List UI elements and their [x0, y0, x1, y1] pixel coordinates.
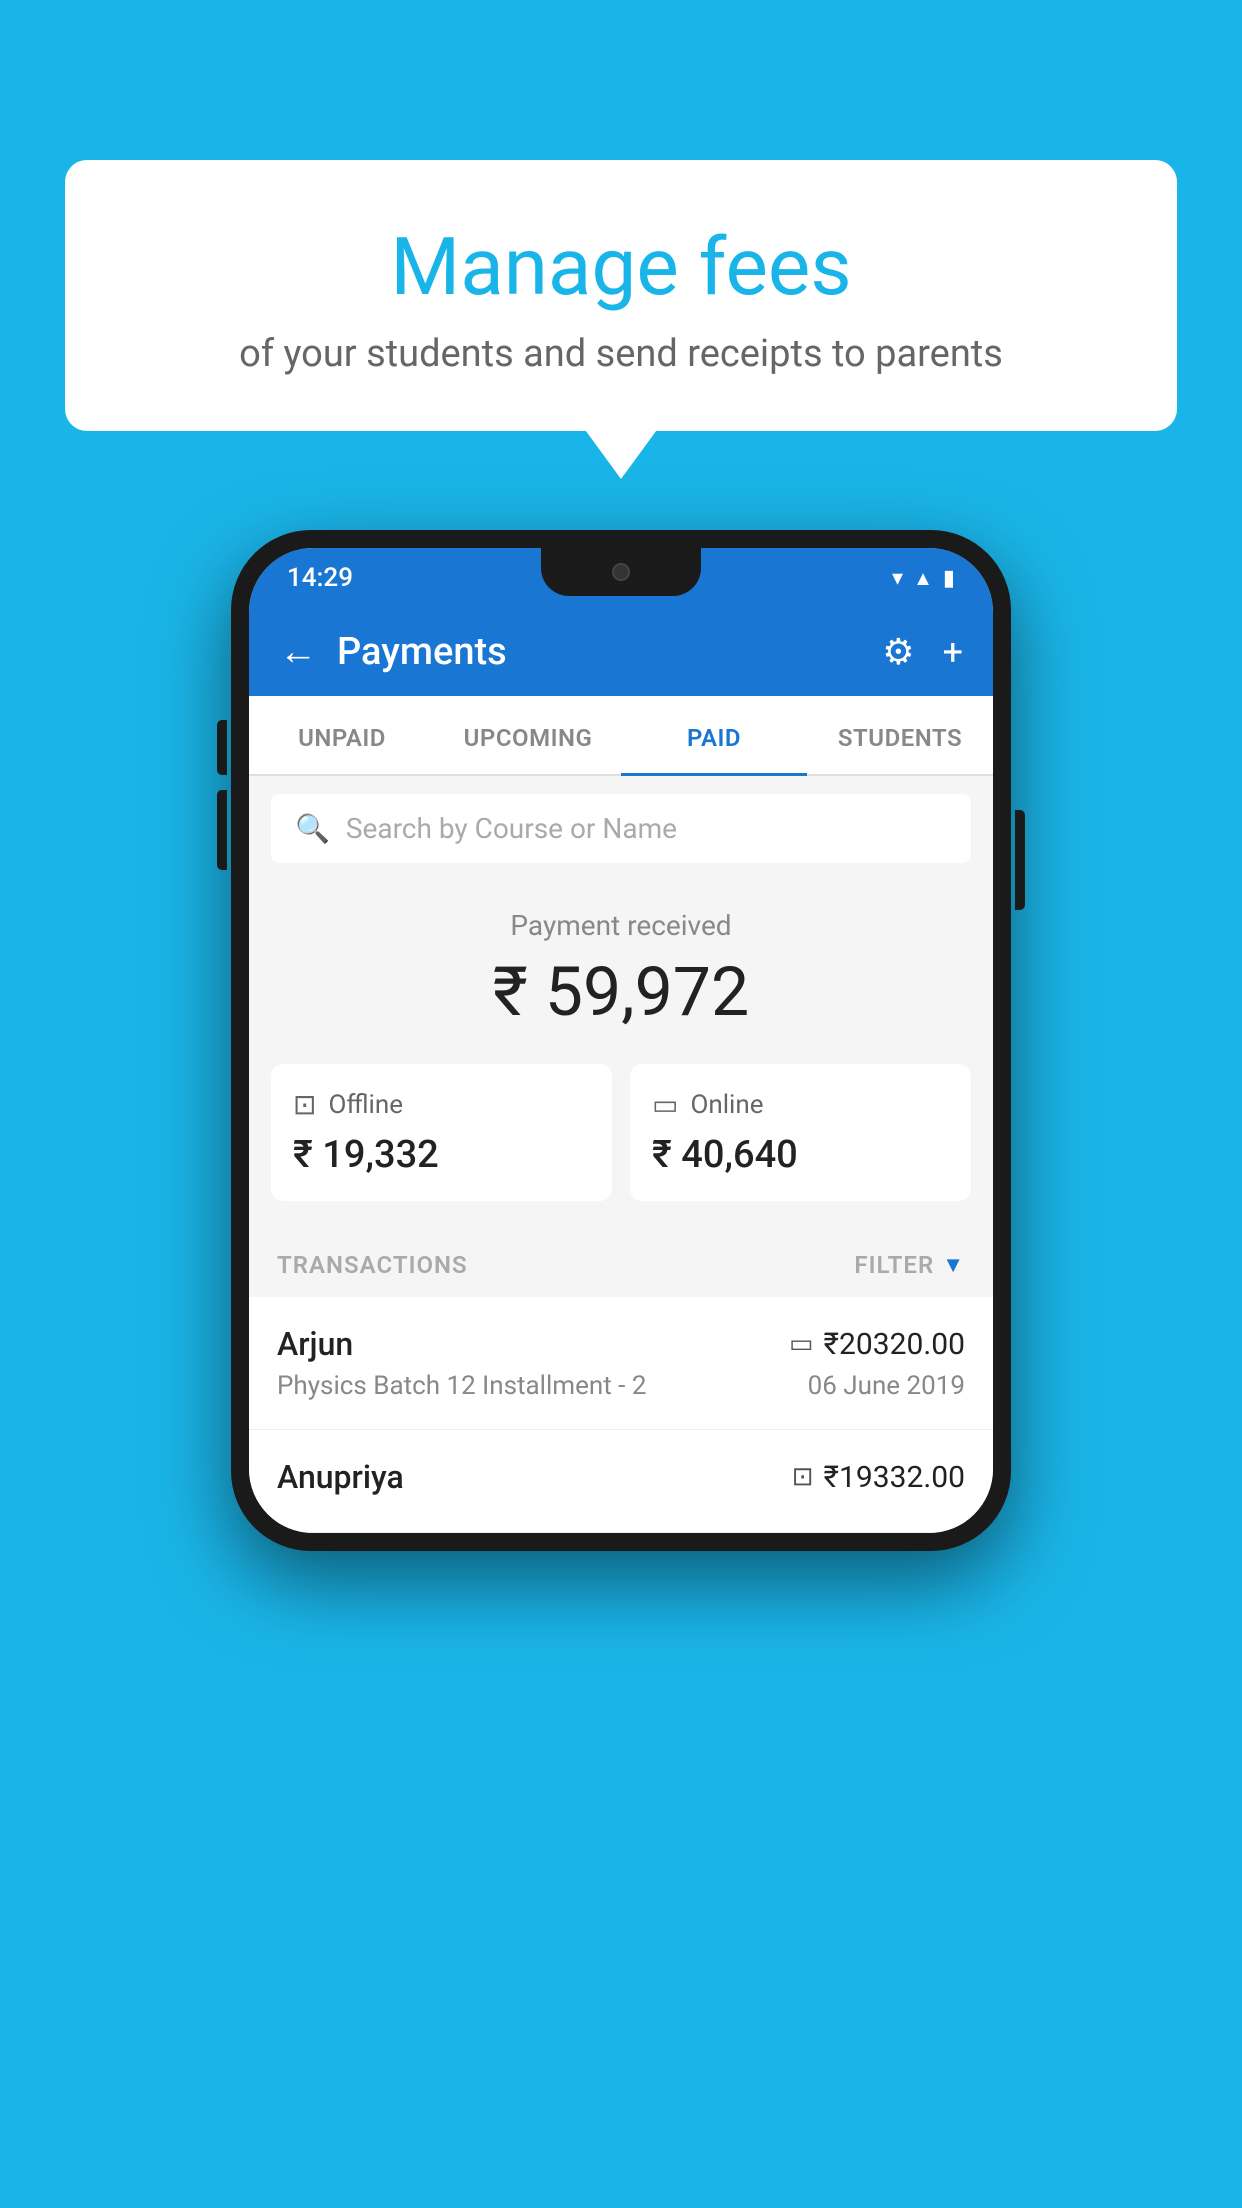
phone-screen: 14:29 ▾ ▲ ▮ ← Payments ⚙ + [249, 548, 993, 1533]
transactions-label: TRANSACTIONS [277, 1251, 468, 1279]
bubble-subtitle: of your students and send receipts to pa… [115, 332, 1127, 376]
speech-bubble: Manage fees of your students and send re… [65, 160, 1177, 431]
search-input-wrapper[interactable]: 🔍 Search by Course or Name [271, 794, 971, 863]
status-time: 14:29 [287, 563, 353, 593]
search-container: 🔍 Search by Course or Name [249, 776, 993, 881]
phone-outer: 14:29 ▾ ▲ ▮ ← Payments ⚙ + [231, 530, 1011, 1551]
tab-paid[interactable]: PAID [621, 696, 807, 774]
bubble-title: Manage fees [115, 220, 1127, 314]
transaction-date-1: 06 June 2019 [808, 1371, 965, 1401]
camera [612, 563, 630, 581]
tab-unpaid[interactable]: UNPAID [249, 696, 435, 774]
online-amount: ₹ 40,640 [652, 1133, 949, 1177]
payment-amount: ₹ 59,972 [249, 952, 993, 1032]
transaction-amount-row-2: ⊡ ₹19332.00 [792, 1460, 965, 1495]
transaction-name-1: Arjun [277, 1325, 353, 1363]
wifi-icon: ▾ [892, 566, 903, 591]
payment-summary: Payment received ₹ 59,972 [249, 881, 993, 1064]
search-placeholder: Search by Course or Name [346, 812, 677, 845]
online-payment-icon-1: ▭ [789, 1329, 814, 1359]
transaction-row-2: Anupriya ⊡ ₹19332.00 [249, 1430, 993, 1533]
signal-icon: ▲ [913, 566, 933, 591]
offline-card: ⊡ Offline ₹ 19,332 [271, 1064, 612, 1201]
transaction-name-2: Anupriya [277, 1458, 404, 1496]
online-label: Online [690, 1090, 763, 1120]
tabs-container: UNPAID UPCOMING PAID STUDENTS [249, 696, 993, 776]
filter-icon: ▼ [942, 1252, 965, 1278]
app-bar: ← Payments ⚙ + [249, 608, 993, 696]
search-icon: 🔍 [295, 812, 330, 845]
app-bar-title: Payments [337, 630, 882, 674]
speech-bubble-container: Manage fees of your students and send re… [65, 160, 1177, 431]
offline-label: Offline [328, 1090, 403, 1120]
transaction-row: Arjun ▭ ₹20320.00 Physics Batch 12 Insta… [249, 1297, 993, 1430]
tab-upcoming[interactable]: UPCOMING [435, 696, 621, 774]
online-icon: ▭ [652, 1088, 678, 1121]
offline-label-row: ⊡ Offline [293, 1088, 590, 1121]
status-icons: ▾ ▲ ▮ [892, 566, 955, 591]
offline-payment-icon-2: ⊡ [792, 1462, 814, 1492]
battery-icon: ▮ [943, 566, 955, 591]
transaction-amount-2: ₹19332.00 [824, 1460, 965, 1495]
transactions-header: TRANSACTIONS FILTER ▼ [249, 1229, 993, 1297]
app-bar-actions: ⚙ + [882, 631, 963, 673]
transaction-top-1: Arjun ▭ ₹20320.00 [277, 1325, 965, 1363]
offline-amount: ₹ 19,332 [293, 1133, 590, 1177]
online-label-row: ▭ Online [652, 1088, 949, 1121]
payment-received-label: Payment received [249, 909, 993, 942]
transaction-amount-row-1: ▭ ₹20320.00 [789, 1327, 965, 1362]
offline-icon: ⊡ [293, 1088, 316, 1121]
online-card: ▭ Online ₹ 40,640 [630, 1064, 971, 1201]
notch [541, 548, 701, 596]
transaction-top-2: Anupriya ⊡ ₹19332.00 [277, 1458, 965, 1496]
phone-container: 14:29 ▾ ▲ ▮ ← Payments ⚙ + [231, 530, 1011, 1551]
transaction-desc-1: Physics Batch 12 Installment - 2 [277, 1371, 646, 1401]
tab-students[interactable]: STUDENTS [807, 696, 993, 774]
filter-label-text: FILTER [854, 1251, 934, 1279]
add-icon[interactable]: + [943, 631, 963, 673]
side-button-vol-up [217, 720, 227, 775]
side-button-vol-down [217, 790, 227, 845]
back-button[interactable]: ← [279, 630, 317, 674]
payment-cards: ⊡ Offline ₹ 19,332 ▭ Online ₹ 40,640 [249, 1064, 993, 1229]
transaction-bottom-1: Physics Batch 12 Installment - 2 06 June… [277, 1371, 965, 1401]
settings-icon[interactable]: ⚙ [882, 631, 914, 673]
transaction-amount-1: ₹20320.00 [824, 1327, 965, 1362]
filter-button[interactable]: FILTER ▼ [854, 1251, 965, 1279]
